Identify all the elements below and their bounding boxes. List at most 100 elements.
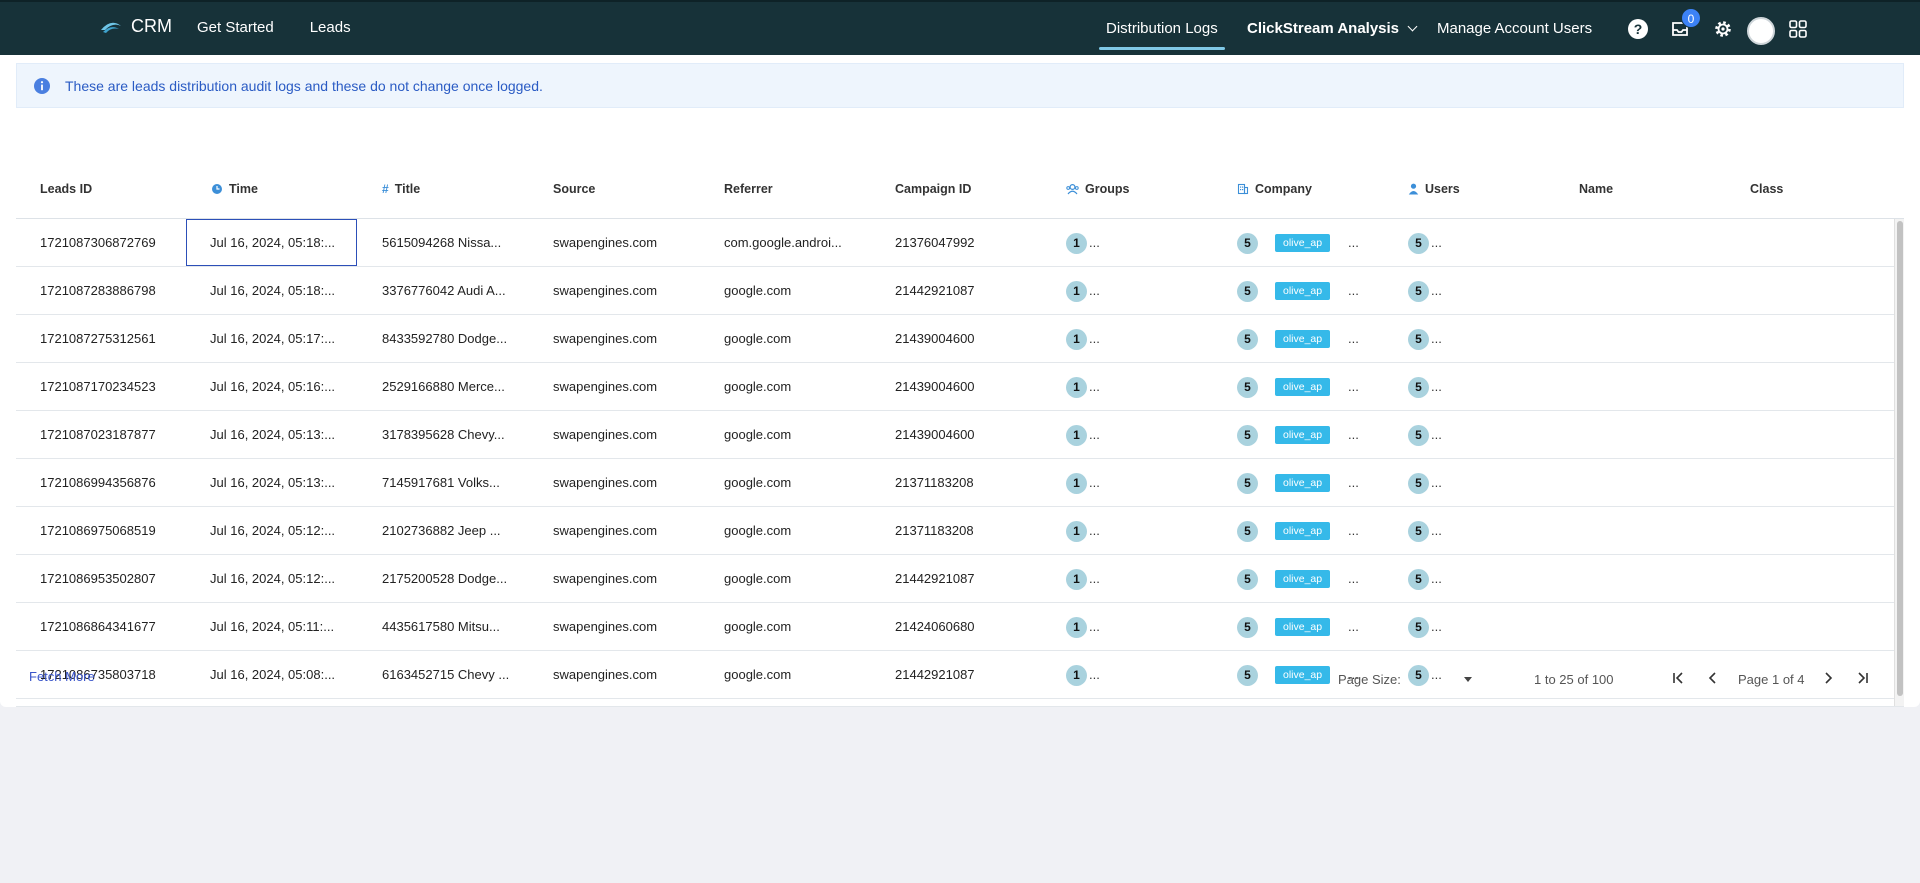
cell-campaign-id[interactable]: 21371183208 [895, 507, 1045, 554]
table-row[interactable]: 1721086994356876 Jul 16, 2024, 05:13:... 7… [16, 459, 1894, 507]
cell-referrer[interactable]: google.com [724, 507, 874, 554]
cell-referrer[interactable]: google.com [724, 411, 874, 458]
column-header-title[interactable]: # Title [382, 182, 420, 196]
tab-manage-account-users[interactable]: Manage Account Users [1437, 20, 1592, 37]
users-count-chip[interactable]: 5 [1408, 569, 1429, 590]
cell-referrer[interactable]: google.com [724, 555, 874, 602]
fetch-more-link[interactable]: Fetch More [29, 669, 95, 684]
cell-referrer[interactable]: google.com [724, 315, 874, 362]
company-tag[interactable]: olive_ap [1275, 474, 1331, 492]
company-count-chip[interactable]: 5 [1237, 329, 1258, 350]
cell-title[interactable]: 7145917681 Volks... [382, 459, 512, 506]
users-count-chip[interactable]: 5 [1408, 425, 1429, 446]
cell-campaign-id[interactable]: 21439004600 [895, 411, 1045, 458]
users-count-chip[interactable]: 5 [1408, 521, 1429, 542]
groups-count-chip[interactable]: 1 [1066, 233, 1087, 254]
settings-button[interactable] [1712, 18, 1734, 40]
column-header-leads-id[interactable]: Leads ID [40, 182, 92, 196]
cell-source[interactable]: swapengines.com [553, 603, 703, 650]
company-tag[interactable]: olive_ap [1275, 426, 1331, 444]
cell-leads-id[interactable]: 1721086994356876 [40, 459, 180, 506]
scrollbar-thumb[interactable] [1897, 221, 1903, 696]
cell-referrer[interactable]: google.com [724, 267, 874, 314]
help-button[interactable]: ? [1627, 18, 1649, 40]
users-count-chip[interactable]: 5 [1408, 473, 1429, 494]
table-row[interactable]: 1721086953502807 Jul 16, 2024, 05:12:... 2… [16, 555, 1894, 603]
cell-campaign-id[interactable]: 21442921087 [895, 267, 1045, 314]
tab-clickstream-analysis[interactable]: ClickStream Analysis [1247, 20, 1418, 37]
column-header-source[interactable]: Source [553, 182, 595, 196]
cell-campaign-id[interactable]: 21442921087 [895, 555, 1045, 602]
column-header-referrer[interactable]: Referrer [724, 182, 773, 196]
company-tag[interactable]: olive_ap [1275, 330, 1331, 348]
avatar[interactable] [1747, 17, 1775, 45]
company-count-chip[interactable]: 5 [1237, 473, 1258, 494]
next-page-button[interactable] [1819, 669, 1837, 687]
cell-time[interactable]: Jul 16, 2024, 05:16:... [210, 363, 350, 410]
company-tag[interactable]: olive_ap [1275, 618, 1331, 636]
groups-count-chip[interactable]: 1 [1066, 281, 1087, 302]
nav-leads[interactable]: Leads [310, 19, 351, 36]
cell-time[interactable]: Jul 16, 2024, 05:18:... [186, 219, 357, 266]
cell-time[interactable]: Jul 16, 2024, 05:13:... [210, 411, 350, 458]
column-header-company[interactable]: Company [1237, 182, 1312, 196]
inbox-button[interactable]: 0 [1669, 8, 1701, 40]
cell-title[interactable]: 5615094268 Nissa... [382, 219, 512, 266]
company-count-chip[interactable]: 5 [1237, 569, 1258, 590]
cell-referrer[interactable]: com.google.androi... [724, 219, 874, 266]
cell-leads-id[interactable]: 1721087170234523 [40, 363, 180, 410]
cell-time[interactable]: Jul 16, 2024, 05:18:... [210, 267, 350, 314]
users-count-chip[interactable]: 5 [1408, 281, 1429, 302]
users-count-chip[interactable]: 5 [1408, 377, 1429, 398]
brand[interactable]: CRM [99, 16, 172, 37]
cell-title[interactable]: 3178395628 Chevy... [382, 411, 512, 458]
cell-leads-id[interactable]: 1721087306872769 [40, 219, 180, 266]
cell-referrer[interactable]: google.com [724, 363, 874, 410]
groups-count-chip[interactable]: 1 [1066, 425, 1087, 446]
cell-time[interactable]: Jul 16, 2024, 05:12:... [210, 555, 350, 602]
cell-time[interactable]: Jul 16, 2024, 05:17:... [210, 315, 350, 362]
company-tag[interactable]: olive_ap [1275, 282, 1331, 300]
cell-leads-id[interactable]: 1721087275312561 [40, 315, 180, 362]
cell-leads-id[interactable]: 1721087023187877 [40, 411, 180, 458]
company-count-chip[interactable]: 5 [1237, 425, 1258, 446]
cell-title[interactable]: 4435617580 Mitsu... [382, 603, 512, 650]
users-count-chip[interactable]: 5 [1408, 329, 1429, 350]
company-count-chip[interactable]: 5 [1237, 281, 1258, 302]
cell-campaign-id[interactable]: 21376047992 [895, 219, 1045, 266]
column-header-class[interactable]: Class [1750, 182, 1783, 196]
groups-count-chip[interactable]: 1 [1066, 521, 1087, 542]
users-count-chip[interactable]: 5 [1408, 233, 1429, 254]
table-row[interactable]: 1721087023187877 Jul 16, 2024, 05:13:... 3… [16, 411, 1894, 459]
column-header-time[interactable]: Time [211, 182, 258, 196]
company-count-chip[interactable]: 5 [1237, 617, 1258, 638]
cell-title[interactable]: 2175200528 Dodge... [382, 555, 512, 602]
column-header-users[interactable]: Users [1408, 182, 1460, 196]
last-page-button[interactable] [1853, 669, 1871, 687]
cell-title[interactable]: 2102736882 Jeep ... [382, 507, 512, 554]
apps-button[interactable] [1787, 18, 1809, 40]
previous-page-button[interactable] [1704, 669, 1722, 687]
table-row[interactable]: 1721086975068519 Jul 16, 2024, 05:12:... 2… [16, 507, 1894, 555]
cell-leads-id[interactable]: 1721086953502807 [40, 555, 180, 602]
company-count-chip[interactable]: 5 [1237, 521, 1258, 542]
first-page-button[interactable] [1670, 669, 1688, 687]
table-row[interactable]: 1721086864341677 Jul 16, 2024, 05:11:... 4… [16, 603, 1894, 651]
cell-campaign-id[interactable]: 21424060680 [895, 603, 1045, 650]
groups-count-chip[interactable]: 1 [1066, 473, 1087, 494]
company-tag[interactable]: olive_ap [1275, 378, 1331, 396]
cell-time[interactable]: Jul 16, 2024, 05:13:... [210, 459, 350, 506]
cell-source[interactable]: swapengines.com [553, 459, 703, 506]
cell-source[interactable]: swapengines.com [553, 507, 703, 554]
cell-source[interactable]: swapengines.com [553, 267, 703, 314]
column-header-groups[interactable]: Groups [1066, 182, 1129, 196]
cell-source[interactable]: swapengines.com [553, 411, 703, 458]
table-row[interactable]: 1721087306872769 Jul 16, 2024, 05:18:... 5… [16, 219, 1894, 267]
cell-leads-id[interactable]: 1721086864341677 [40, 603, 180, 650]
cell-source[interactable]: swapengines.com [553, 555, 703, 602]
company-tag[interactable]: olive_ap [1275, 234, 1331, 252]
cell-title[interactable]: 2529166880 Merce... [382, 363, 512, 410]
cell-source[interactable]: swapengines.com [553, 315, 703, 362]
company-count-chip[interactable]: 5 [1237, 377, 1258, 398]
table-row[interactable]: 1721087275312561 Jul 16, 2024, 05:17:... 8… [16, 315, 1894, 363]
